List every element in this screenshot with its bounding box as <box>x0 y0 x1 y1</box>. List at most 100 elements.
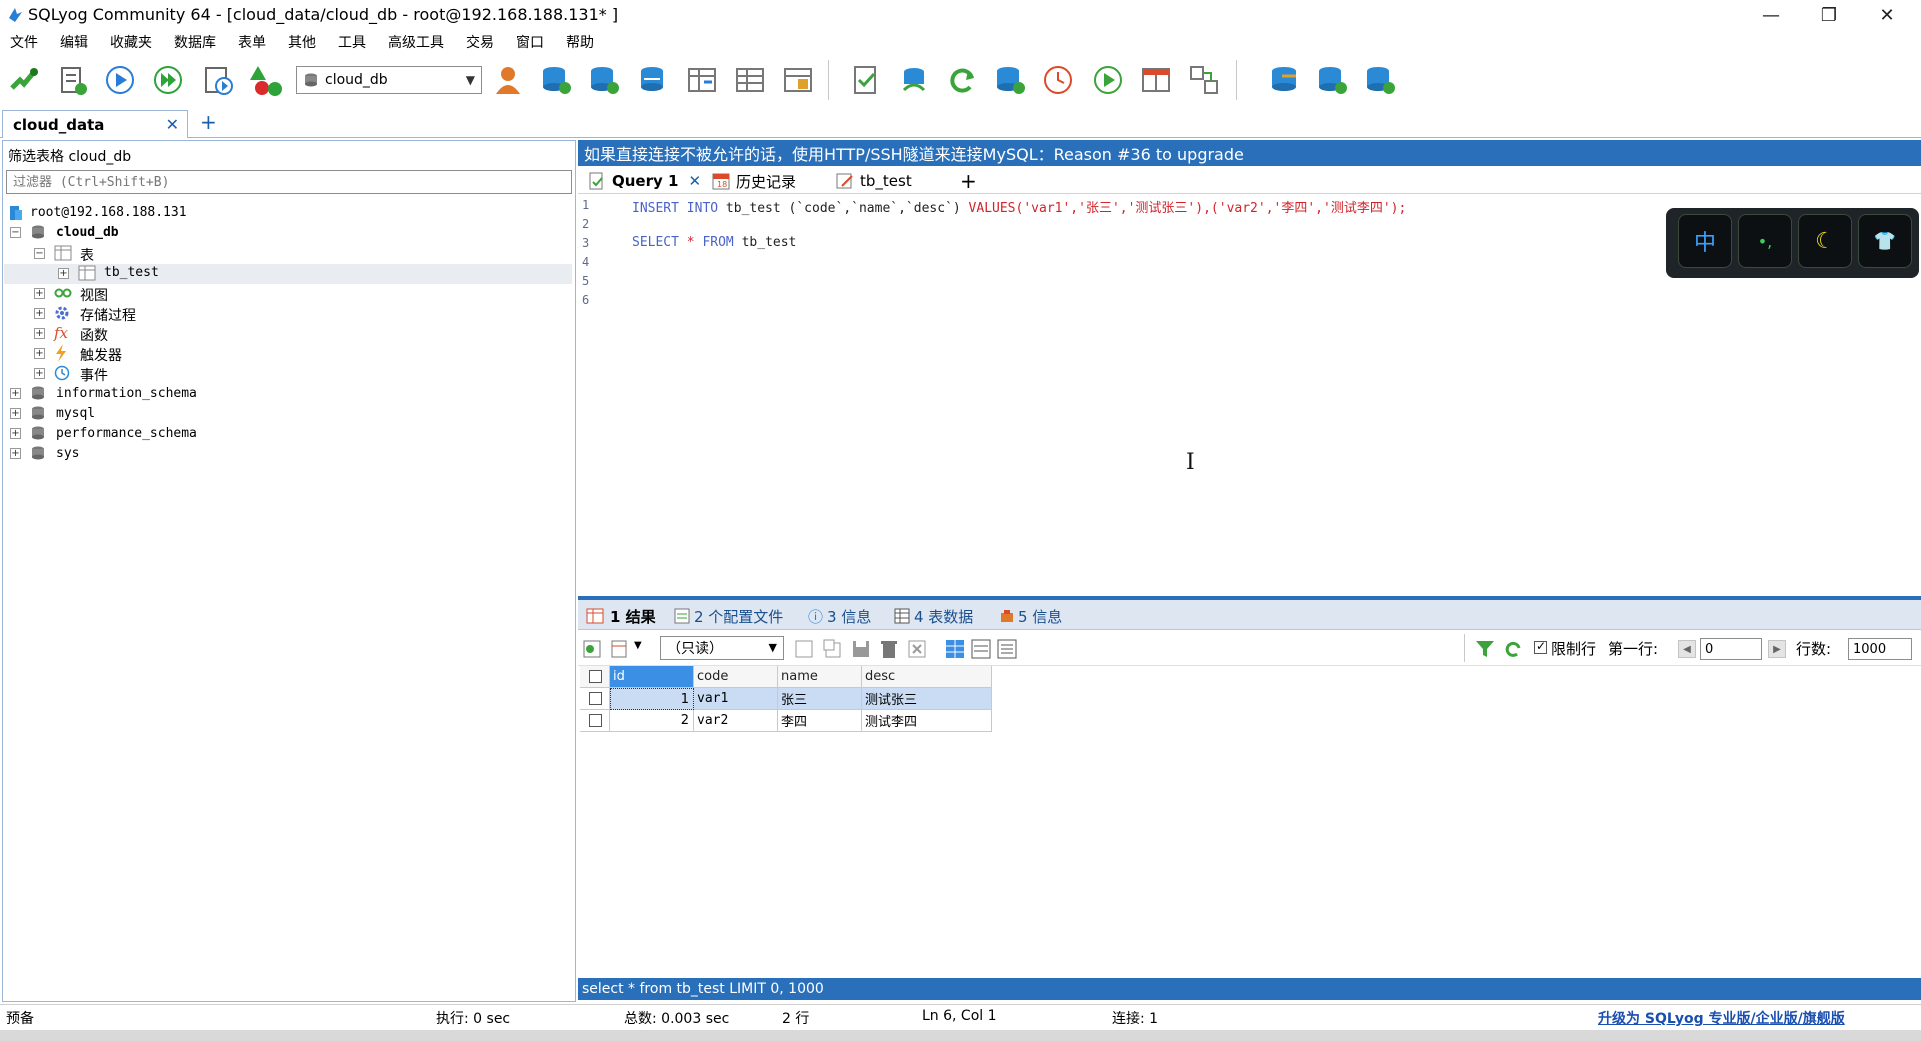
triggers-folder[interactable]: 触发器 <box>80 345 122 365</box>
schema-designer-icon[interactable] <box>248 62 284 98</box>
insert-row-icon[interactable] <box>582 638 604 660</box>
functions-folder[interactable]: 函数 <box>80 325 108 345</box>
data-sync-icon[interactable] <box>1266 62 1302 98</box>
new-connection-icon[interactable] <box>6 62 42 98</box>
table-cell[interactable]: 李四 <box>778 710 862 732</box>
views-folder[interactable]: 视图 <box>80 285 108 305</box>
menu-favorites[interactable]: 收藏夹 <box>110 32 164 52</box>
expand-icon[interactable]: + <box>10 428 21 439</box>
database-node[interactable]: information_schema <box>56 386 197 401</box>
ime-punctuation-button[interactable]: •, <box>1738 214 1792 268</box>
filter-input[interactable] <box>6 170 572 194</box>
user-manager-icon[interactable] <box>490 62 526 98</box>
add-connection-tab-button[interactable]: + <box>200 110 217 134</box>
tab-info[interactable]: ⓘ 3 信息 <box>808 604 871 628</box>
menu-table[interactable]: 表单 <box>238 32 278 52</box>
limit-rows-checkbox[interactable]: ✓ <box>1534 639 1547 654</box>
expand-icon[interactable]: + <box>58 268 69 279</box>
expand-icon[interactable]: + <box>34 288 45 299</box>
data-export-icon[interactable] <box>1362 62 1398 98</box>
menu-transactions[interactable]: 交易 <box>466 32 506 52</box>
cancel-changes-icon[interactable] <box>906 638 928 660</box>
restore-button[interactable]: ❐ <box>1800 0 1858 30</box>
column-header-desc[interactable]: desc <box>862 666 992 688</box>
menu-other[interactable]: 其他 <box>288 32 328 52</box>
procedures-folder[interactable]: 存储过程 <box>80 305 136 325</box>
grid-view-icon[interactable] <box>944 638 966 660</box>
add-new-row-icon[interactable] <box>794 638 816 660</box>
execute-all-icon[interactable] <box>150 62 186 98</box>
table-cell[interactable]: var2 <box>694 710 778 732</box>
database-node[interactable]: sys <box>56 446 79 461</box>
database-node-cloud-db[interactable]: cloud_db <box>56 225 119 240</box>
sync-database-icon[interactable] <box>634 62 670 98</box>
table-structure-icon[interactable] <box>684 62 720 98</box>
export-dropdown-icon[interactable] <box>610 638 632 660</box>
close-icon[interactable]: ✕ <box>166 115 179 134</box>
expand-icon[interactable]: + <box>34 348 45 359</box>
column-header-name[interactable]: name <box>778 666 862 688</box>
prev-page-button[interactable]: ◀ <box>1678 640 1696 658</box>
tab-table-data[interactable]: 4 表数据 <box>894 604 973 628</box>
tab-query-1[interactable]: Query 1 ✕ <box>588 168 701 194</box>
form-view-icon[interactable] <box>970 638 992 660</box>
next-page-button[interactable]: ▶ <box>1768 640 1786 658</box>
ime-language-button[interactable]: 中 <box>1678 214 1732 268</box>
column-header-id[interactable]: id <box>610 666 694 688</box>
collapse-icon[interactable]: − <box>10 227 21 238</box>
table-cell[interactable]: 测试李四 <box>862 710 992 732</box>
execute-query-icon[interactable] <box>102 62 138 98</box>
backup-icon[interactable] <box>992 62 1028 98</box>
tab-info-2[interactable]: 5 信息 <box>1000 604 1062 628</box>
menu-tools[interactable]: 工具 <box>338 32 378 52</box>
row-select-cell[interactable] <box>580 688 610 710</box>
duplicate-row-icon[interactable] <box>822 638 844 660</box>
table-cell[interactable]: var1 <box>694 688 778 710</box>
connection-tab[interactable]: cloud_data ✕ <box>2 110 188 138</box>
menu-edit[interactable]: 编辑 <box>60 32 100 52</box>
expand-icon[interactable]: + <box>34 328 45 339</box>
save-icon[interactable] <box>850 638 872 660</box>
ime-skin-icon[interactable]: 👕 <box>1858 214 1912 268</box>
new-query-icon[interactable] <box>54 62 90 98</box>
copy-database-icon[interactable] <box>586 62 622 98</box>
row-select-cell[interactable] <box>580 710 610 732</box>
refresh-results-icon[interactable] <box>1502 638 1524 660</box>
database-select[interactable]: cloud_db ▼ <box>296 66 482 94</box>
menu-advanced-tools[interactable]: 高级工具 <box>388 32 456 52</box>
close-icon[interactable]: ✕ <box>688 172 701 190</box>
table-cell[interactable]: 张三 <box>778 688 862 710</box>
table-cell[interactable]: 测试张三 <box>862 688 992 710</box>
server-node[interactable]: root@192.168.188.131 <box>30 205 187 220</box>
upgrade-banner[interactable]: 如果直接连接不被允许的话，使用HTTP/SSH隧道来连接MySQL：Reason… <box>578 140 1921 166</box>
table-cell[interactable]: 1 <box>610 688 694 710</box>
schema-sync-icon[interactable] <box>848 62 884 98</box>
row-checkbox[interactable] <box>589 692 602 705</box>
tab-history[interactable]: 18 历史记录 <box>712 168 796 194</box>
text-view-icon[interactable] <box>996 638 1018 660</box>
expand-icon[interactable]: + <box>34 308 45 319</box>
job-agent-icon[interactable] <box>1090 62 1126 98</box>
expand-icon[interactable]: + <box>10 388 21 399</box>
table-node-tb-test[interactable]: tb_test <box>104 265 159 280</box>
database-node[interactable]: mysql <box>56 406 95 421</box>
query-builder-icon[interactable] <box>1138 62 1174 98</box>
minimize-button[interactable]: — <box>1742 0 1800 30</box>
row-checkbox[interactable] <box>589 714 602 727</box>
collapse-icon[interactable]: − <box>34 248 45 259</box>
refresh-icon[interactable] <box>944 62 980 98</box>
select-all-checkbox[interactable] <box>589 670 602 683</box>
select-all-cell[interactable] <box>580 666 610 688</box>
chevron-down-icon[interactable]: ▼ <box>634 640 642 651</box>
table-cell[interactable]: 2 <box>610 710 694 732</box>
execute-edit-icon[interactable] <box>200 62 236 98</box>
tables-folder[interactable]: 表 <box>80 245 94 265</box>
result-mode-select[interactable]: （只读） ▼ <box>660 636 784 660</box>
add-database-icon[interactable] <box>538 62 574 98</box>
ime-moon-icon[interactable]: ☾ <box>1798 214 1852 268</box>
schema-compare-icon[interactable] <box>1186 62 1222 98</box>
import-icon[interactable] <box>896 62 932 98</box>
data-import-icon[interactable] <box>1314 62 1350 98</box>
tab-result[interactable]: 1 结果 <box>586 604 656 628</box>
menu-window[interactable]: 窗口 <box>516 32 556 52</box>
